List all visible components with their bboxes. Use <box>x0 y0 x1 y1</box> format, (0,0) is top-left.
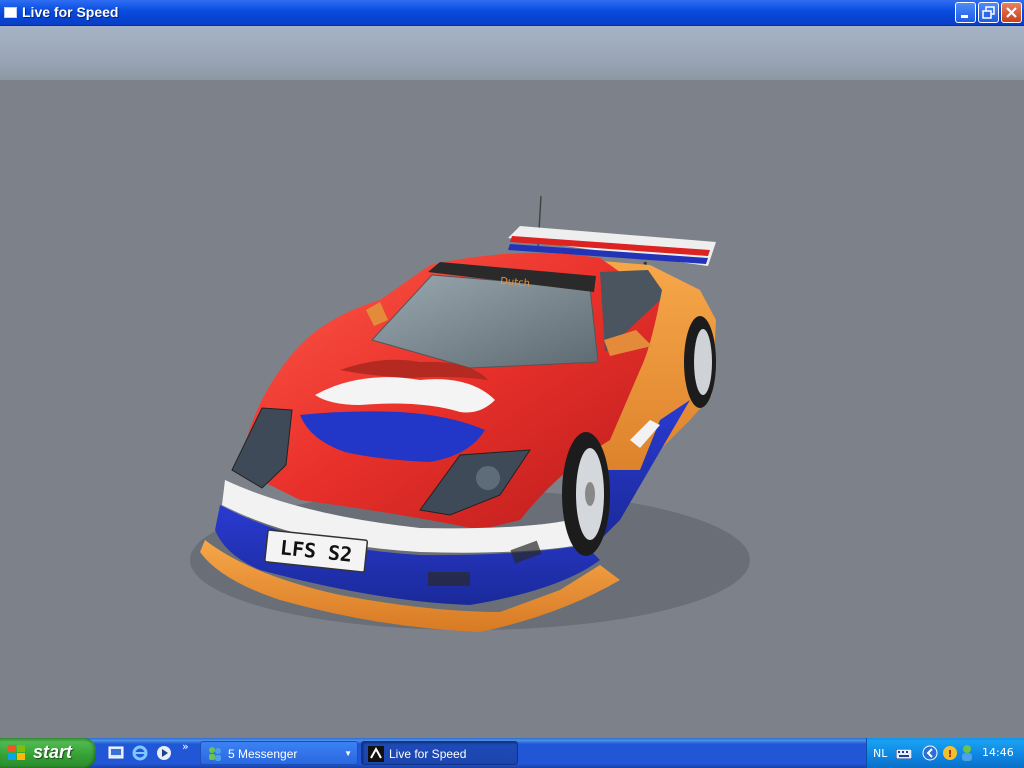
keyboard-icon[interactable] <box>896 749 912 759</box>
show-hidden-icons-icon[interactable] <box>922 745 938 761</box>
race-car: Dutch LFS S2 <box>190 195 750 632</box>
taskbar-item-live-for-speed[interactable]: Live for Speed <box>361 741 518 765</box>
clock[interactable]: 14:46 <box>982 746 1014 759</box>
show-desktop-icon[interactable] <box>107 744 125 762</box>
front-wheel <box>562 432 610 556</box>
messenger-status-icon[interactable] <box>960 744 974 762</box>
chevron-down-icon: ▼ <box>344 749 352 758</box>
messenger-icon <box>209 747 221 761</box>
internet-explorer-icon[interactable] <box>131 744 149 762</box>
lfs-icon <box>368 746 384 762</box>
start-button[interactable]: start <box>0 738 96 768</box>
windows-logo-icon <box>8 745 25 760</box>
security-alert-icon[interactable]: ! <box>942 745 958 761</box>
taskbar: start » 5 Messenger ▼ Live for Speed NL … <box>0 738 1024 768</box>
quick-launch-chevron-icon[interactable]: » <box>182 740 189 753</box>
taskbar-item-messenger[interactable]: 5 Messenger ▼ <box>200 741 358 765</box>
language-indicator[interactable]: NL <box>873 747 887 760</box>
taskbar-item-label: Live for Speed <box>389 747 467 761</box>
rear-wheel <box>684 316 716 408</box>
media-player-icon[interactable] <box>155 744 173 762</box>
svg-text:!: ! <box>948 749 953 760</box>
taskbar-item-label: 5 Messenger <box>228 747 298 761</box>
start-label: start <box>33 742 73 762</box>
